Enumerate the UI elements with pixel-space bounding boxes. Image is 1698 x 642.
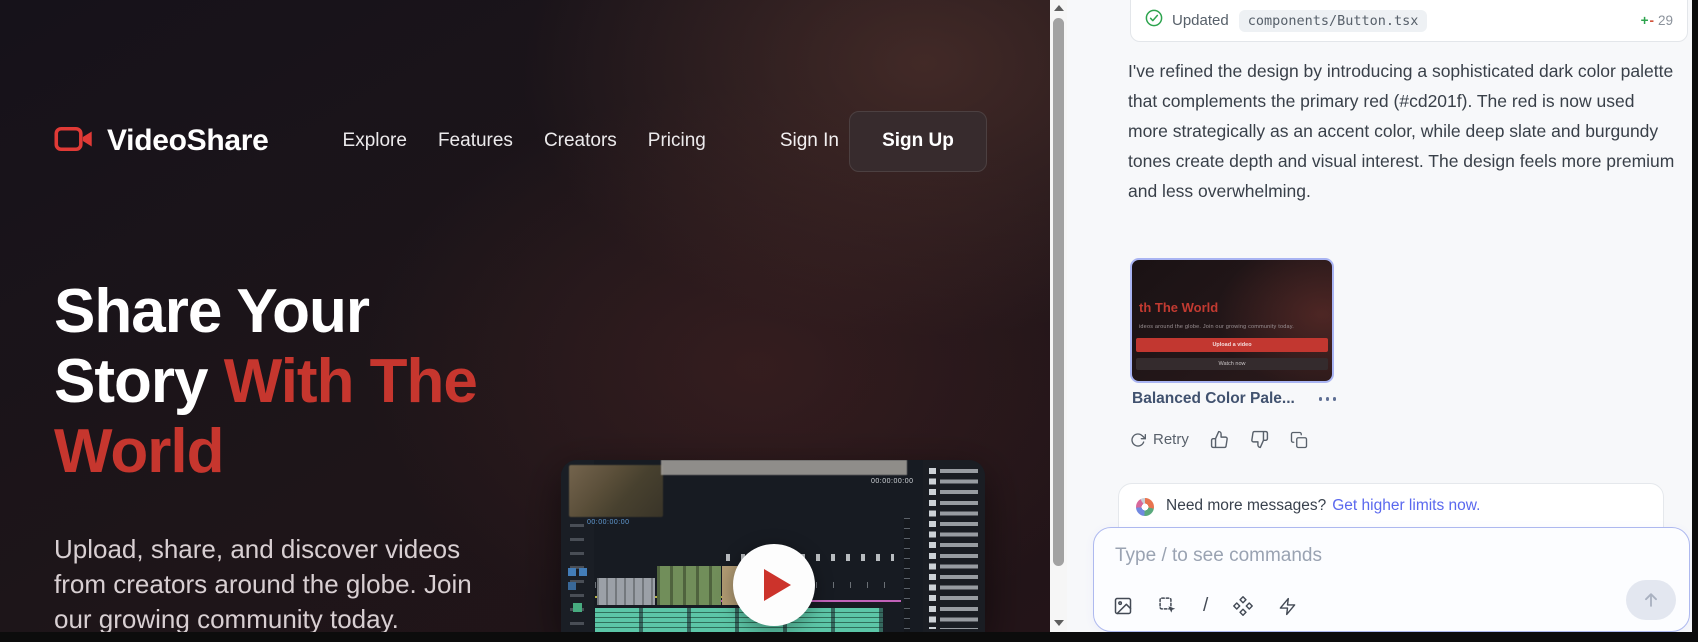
scroll-down-button[interactable]	[1050, 615, 1067, 630]
thumbs-down-icon	[1250, 430, 1269, 449]
site-header: VideoShare Explore Features Creators Pri…	[54, 110, 987, 172]
components-button[interactable]	[1233, 596, 1253, 616]
send-arrow-icon	[1641, 590, 1661, 610]
banner-text: Need more messages?	[1166, 497, 1326, 515]
sign-in-link[interactable]: Sign In	[780, 130, 839, 152]
site-preview: VideoShare Explore Features Creators Pri…	[0, 0, 1050, 632]
retry-label: Retry	[1153, 431, 1189, 448]
usage-pie-icon	[1136, 498, 1154, 516]
nav-creators[interactable]: Creators	[544, 130, 617, 152]
window-bottom-edge	[0, 632, 1698, 642]
update-status-label: Updated	[1172, 12, 1229, 29]
more-options-icon[interactable]	[1319, 397, 1323, 401]
quick-actions-button[interactable]	[1278, 597, 1297, 616]
thumb-hero-text: th The World	[1139, 300, 1218, 315]
brand[interactable]: VideoShare	[54, 124, 269, 159]
artifact-thumbnail[interactable]: th The World ideos around the globe. Joi…	[1130, 258, 1334, 383]
file-update-card[interactable]: Updated components/Button.tsx + - 29	[1130, 0, 1688, 42]
arrow-up-icon	[1054, 5, 1064, 11]
assistant-message: I've refined the design by introducing a…	[1128, 56, 1676, 206]
editor-audio-meter	[904, 518, 910, 632]
scrollbar-thumb[interactable]	[1053, 18, 1064, 566]
play-icon	[764, 569, 791, 601]
editor-panel-header	[661, 460, 907, 475]
hero-video-player[interactable]: 00:00:00:00 00:00:00:00	[561, 460, 985, 632]
hero-heading: Share Your Story With The World	[54, 277, 484, 487]
components-icon	[1233, 596, 1253, 616]
copy-button[interactable]	[1290, 431, 1308, 449]
attach-image-button[interactable]	[1113, 596, 1133, 616]
editor-timecode: 00:00:00:00	[587, 519, 629, 526]
diff-stat: + - 29	[1641, 13, 1673, 28]
image-icon	[1113, 596, 1133, 616]
editor-timecode: 00:00:00:00	[871, 478, 913, 485]
app-window: VideoShare Explore Features Creators Pri…	[0, 0, 1698, 642]
editor-preview-monitor	[569, 465, 663, 517]
window-right-edge	[1692, 0, 1698, 642]
brand-name: VideoShare	[107, 124, 269, 158]
send-button[interactable]	[1626, 580, 1676, 620]
thumbs-up-button[interactable]	[1210, 430, 1229, 449]
check-circle-icon	[1145, 9, 1163, 32]
hero-tagline: Upload, share, and discover videos from …	[54, 532, 490, 632]
select-element-icon	[1158, 596, 1178, 616]
play-button[interactable]	[733, 544, 815, 626]
nav-explore[interactable]: Explore	[343, 130, 407, 152]
editor-clip-swatch	[579, 568, 587, 576]
file-update-row: Updated components/Button.tsx + - 29	[1145, 9, 1673, 32]
artifact-thumbnail-preview: th The World ideos around the globe. Joi…	[1132, 260, 1332, 381]
diff-del: -	[1649, 13, 1654, 28]
retry-button[interactable]: Retry	[1130, 431, 1189, 448]
editor-project-bin-list	[923, 460, 985, 632]
diff-count: 29	[1658, 13, 1673, 28]
slash-command-button[interactable]: /	[1203, 595, 1208, 617]
sign-up-button[interactable]: Sign Up	[849, 111, 987, 172]
chat-panel: Updated components/Button.tsx + - 29 I'v…	[1067, 0, 1692, 632]
composer-placeholder[interactable]: Type / to see commands	[1115, 545, 1322, 567]
nav-pricing[interactable]: Pricing	[648, 130, 706, 152]
preview-scrollbar[interactable]	[1050, 0, 1067, 632]
copy-icon	[1290, 431, 1308, 449]
thumb-secondary-button: Watch now	[1136, 358, 1328, 370]
thumbs-down-button[interactable]	[1250, 430, 1269, 449]
composer-toolbar: /	[1113, 595, 1297, 617]
retry-icon	[1130, 432, 1146, 448]
artifact-caption-row: Balanced Color Pale...	[1132, 390, 1336, 408]
select-element-button[interactable]	[1158, 596, 1178, 616]
thumbs-up-icon	[1210, 430, 1229, 449]
message-composer[interactable]: Type / to see commands /	[1093, 527, 1690, 632]
editor-clip-swatch	[568, 568, 576, 576]
editor-clip-swatch	[573, 603, 582, 612]
editor-timeline-clip	[597, 578, 655, 605]
get-higher-limits-link[interactable]: Get higher limits now.	[1332, 497, 1480, 515]
diff-add: +	[1641, 13, 1649, 28]
nav-features[interactable]: Features	[438, 130, 513, 152]
updated-file-path: components/Button.tsx	[1239, 10, 1428, 32]
message-actions: Retry	[1130, 430, 1308, 449]
thumb-tagline: ideos around the globe. Join our growing…	[1139, 324, 1294, 330]
site-nav: Explore Features Creators Pricing	[343, 130, 706, 152]
editor-audio-waveform	[595, 608, 883, 632]
scroll-up-button[interactable]	[1050, 0, 1067, 15]
editor-clip-swatch	[568, 582, 576, 590]
thumb-primary-button: Upload a video	[1136, 338, 1328, 352]
editor-timeline-clip	[657, 566, 721, 605]
arrow-down-icon	[1054, 620, 1064, 626]
lightning-icon	[1278, 597, 1297, 616]
artifact-title[interactable]: Balanced Color Pale...	[1132, 390, 1295, 408]
video-camera-icon	[54, 124, 94, 159]
